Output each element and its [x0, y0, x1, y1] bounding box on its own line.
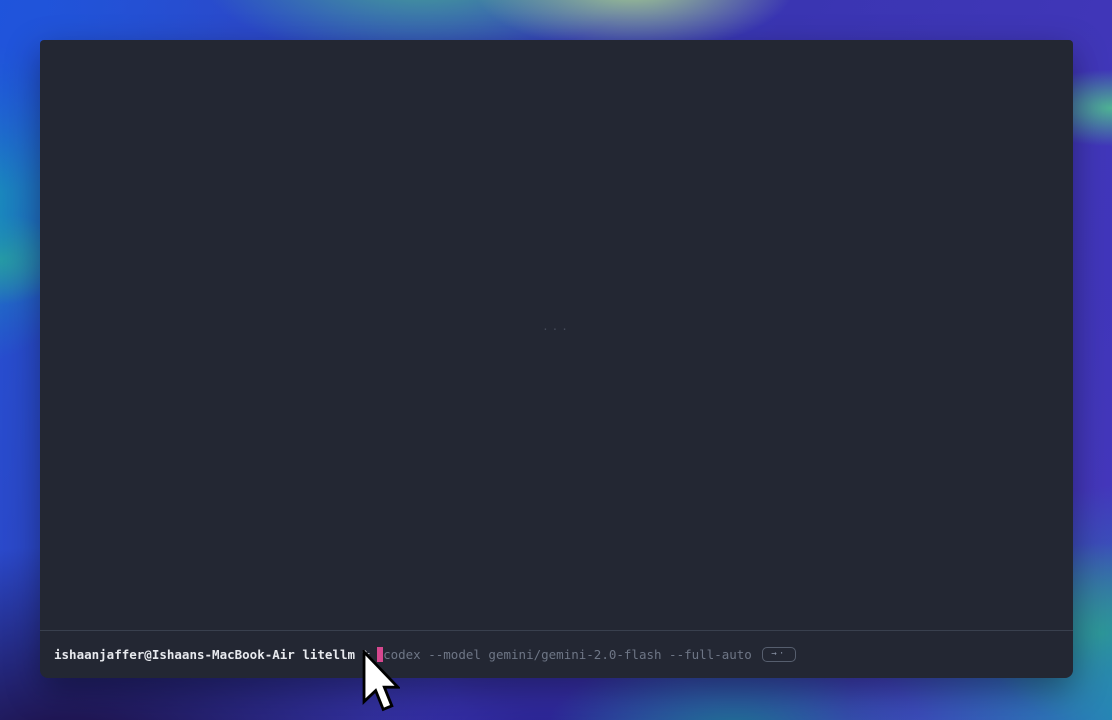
loading-ellipsis: ··· [40, 323, 1073, 336]
autosuggestion-text: codex --model gemini/gemini-2.0-flash --… [383, 647, 752, 662]
text-cursor [377, 647, 383, 662]
prompt-label: ishaanjaffer@Ishaans-MacBook-Air litellm… [54, 647, 370, 662]
terminal-output-area: ··· [40, 40, 1073, 630]
terminal-prompt-line[interactable]: ishaanjaffer@Ishaans-MacBook-Air litellm… [40, 631, 1073, 678]
terminal-window[interactable]: ··· ishaanjaffer@Ishaans-MacBook-Air lit… [40, 40, 1073, 678]
accept-suggestion-badge: →· [762, 647, 796, 662]
